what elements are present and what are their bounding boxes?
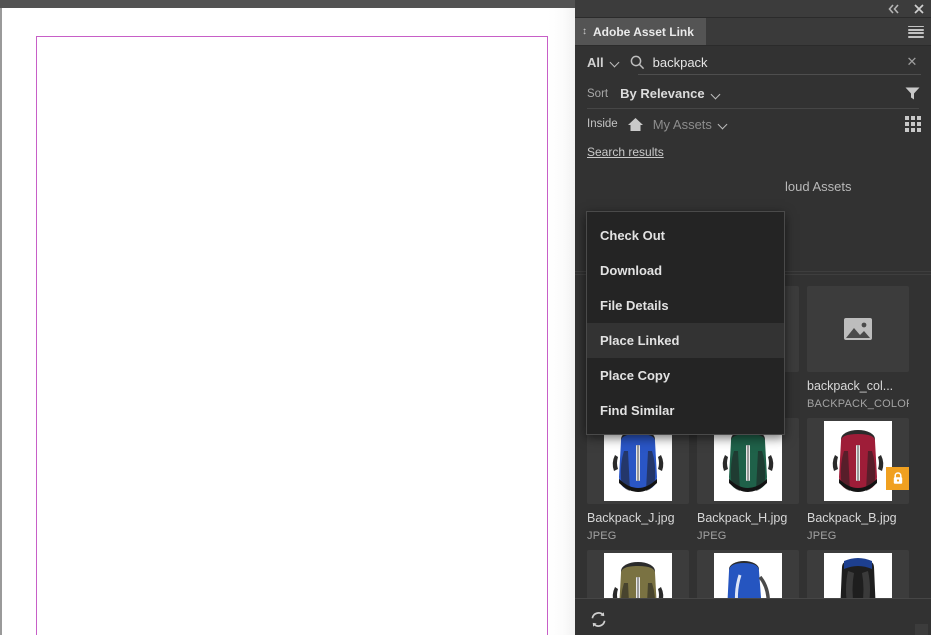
panel-tabstrip: ↕ Adobe Asset Link xyxy=(575,18,931,46)
adobe-asset-link-panel: ↕ Adobe Asset Link All ✕ xyxy=(575,0,931,635)
cloud-assets-label: loud Assets xyxy=(785,178,852,194)
tab-adobe-asset-link[interactable]: ↕ Adobe Asset Link xyxy=(575,18,706,45)
asset-meta: JPEG xyxy=(807,530,837,542)
inside-label: Inside xyxy=(587,118,618,130)
panel-footer xyxy=(575,598,931,635)
panel-titlebar xyxy=(575,0,931,18)
sort-bar: Sort By Relevance xyxy=(575,78,931,109)
asset-card[interactable]: Backpack_H.jpg JPEG xyxy=(697,418,799,542)
home-icon[interactable] xyxy=(627,116,645,132)
image-placeholder-icon xyxy=(843,316,873,342)
search-underline xyxy=(638,74,921,75)
collapse-left-icon[interactable] xyxy=(886,1,902,17)
chevron-down-icon[interactable] xyxy=(716,117,730,131)
filter-funnel-icon[interactable] xyxy=(903,85,921,103)
tab-label: Adobe Asset Link xyxy=(593,24,694,39)
menu-item-label: Find Similar xyxy=(600,403,675,418)
asset-grid-row: Backpack_J.jpg JPEG Backpack_H.jpg JPEG Back… xyxy=(587,418,919,542)
clear-search-icon[interactable]: ✕ xyxy=(903,53,921,71)
panel-body: All ✕ Sort By Relevance xyxy=(575,46,931,635)
asset-thumbnail[interactable] xyxy=(807,286,909,372)
asset-meta: BACKPACK_COLORS xyxy=(807,398,909,410)
menu-item-label: Check Out xyxy=(600,228,666,243)
cloud-assets-row: loud Assets xyxy=(575,165,931,207)
asset-name: Backpack_J.jpg xyxy=(587,511,675,525)
asset-card[interactable]: Backpack_B.jpg JPEG xyxy=(807,418,909,542)
asset-card[interactable]: Backpack_J.jpg JPEG xyxy=(587,418,689,542)
search-bar: All ✕ xyxy=(575,46,931,78)
asset-preview-image xyxy=(824,421,892,501)
search-icon xyxy=(630,55,645,70)
menu-item-label: Place Copy xyxy=(600,368,671,383)
menu-item-find-similar[interactable]: Find Similar xyxy=(587,393,784,428)
search-input[interactable] xyxy=(652,54,903,70)
window-controls xyxy=(886,1,927,17)
document-canvas[interactable] xyxy=(0,0,575,635)
inside-value[interactable]: My Assets xyxy=(653,117,712,132)
menu-item-file-details[interactable]: File Details xyxy=(587,288,784,323)
asset-name: backpack_col... xyxy=(807,379,894,393)
grid-view-icon[interactable] xyxy=(903,114,923,134)
asset-name: Backpack_H.jpg xyxy=(697,511,788,525)
asset-meta: JPEG xyxy=(697,530,727,542)
asset-card[interactable]: backpack_col... BACKPACK_COLORS xyxy=(807,286,909,410)
canvas-left-ruler xyxy=(0,8,2,635)
menu-item-place-copy[interactable]: Place Copy xyxy=(587,358,784,393)
lock-icon xyxy=(886,467,909,490)
canvas-edge-shadow xyxy=(548,8,575,635)
menu-item-label: Place Linked xyxy=(600,333,680,348)
menu-item-place-linked[interactable]: Place Linked xyxy=(587,323,784,358)
chevron-down-icon[interactable] xyxy=(608,55,622,69)
breadcrumb-search-results[interactable]: Search results xyxy=(587,145,664,159)
refresh-icon[interactable] xyxy=(587,609,609,631)
results-breadcrumb-bar: Search results xyxy=(575,139,931,165)
sort-value[interactable]: By Relevance xyxy=(620,86,705,101)
search-scope-label[interactable]: All xyxy=(587,55,604,70)
close-icon[interactable] xyxy=(911,1,927,17)
asset-meta: JPEG xyxy=(587,530,617,542)
chevron-down-icon[interactable] xyxy=(709,87,723,101)
tab-grip-icon: ↕ xyxy=(582,25,587,37)
canvas-top-ruler xyxy=(0,0,575,8)
asset-name: Backpack_B.jpg xyxy=(807,511,897,525)
sort-label: Sort xyxy=(587,87,609,100)
application-window: ↕ Adobe Asset Link All ✕ xyxy=(0,0,931,635)
resize-grip[interactable] xyxy=(915,624,928,635)
location-bar: Inside My Assets xyxy=(575,109,931,139)
asset-thumbnail[interactable] xyxy=(807,418,909,504)
hamburger-menu-icon[interactable] xyxy=(908,25,924,38)
menu-item-check-out[interactable]: Check Out xyxy=(587,218,784,253)
asset-context-menu[interactable]: Check Out Download File Details Place Linke… xyxy=(586,211,785,435)
menu-item-label: File Details xyxy=(600,298,669,313)
artboard[interactable] xyxy=(36,36,548,635)
menu-item-label: Download xyxy=(600,263,663,278)
menu-item-download[interactable]: Download xyxy=(587,253,784,288)
